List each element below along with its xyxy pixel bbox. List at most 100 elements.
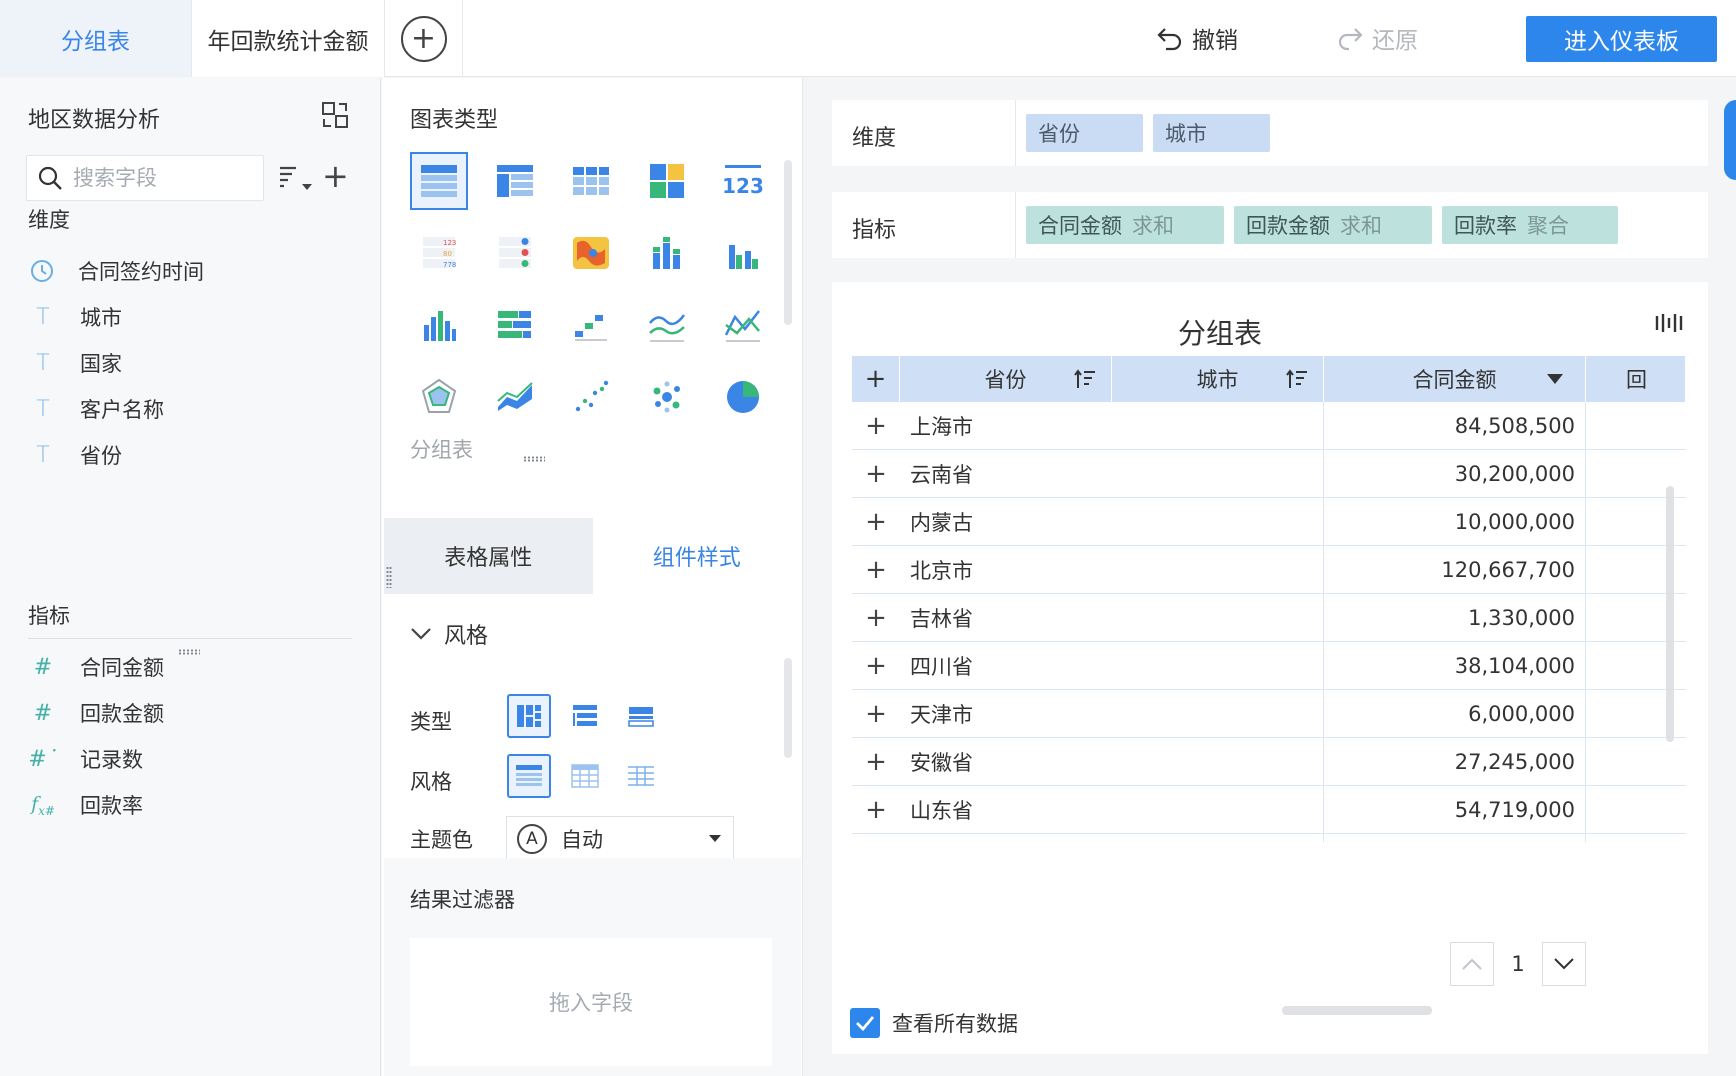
dimension-pill[interactable]: 城市 <box>1153 114 1270 152</box>
chart-type-area[interactable] <box>486 368 544 426</box>
view-all-data-toggle[interactable]: 查看所有数据 <box>850 1008 1018 1038</box>
chart-type-scatter[interactable] <box>562 368 620 426</box>
table-row[interactable]: + 四川省 38,104,000 <box>852 642 1686 690</box>
side-panel-toggle[interactable] <box>1724 100 1736 180</box>
expand-row-button[interactable]: + <box>852 834 900 842</box>
table-row[interactable]: + 天津市 6,000,000 <box>852 690 1686 738</box>
metric-pill[interactable]: 回款金额 求和 <box>1234 206 1432 244</box>
column-width-icon[interactable] <box>1654 312 1684 334</box>
table-vertical-scrollbar[interactable] <box>1666 486 1674 742</box>
province-cell: 北京市 <box>900 546 1324 593</box>
add-field-button[interactable]: + <box>322 160 349 192</box>
enter-dashboard-button[interactable]: 进入仪表板 <box>1526 16 1717 62</box>
metric-field[interactable]: fx# 回款率 <box>28 782 358 828</box>
chart-type-indicator-list[interactable] <box>486 224 544 282</box>
metric-field[interactable]: # 合同金额 <box>28 644 358 690</box>
table-row[interactable]: + 吉林省 1,330,000 <box>852 594 1686 642</box>
chart-type-waterfall[interactable] <box>562 296 620 354</box>
metric-pill[interactable]: 回款率 聚合 <box>1442 206 1618 244</box>
chart-type-detail-table[interactable] <box>486 152 544 210</box>
next-page-button[interactable] <box>1542 942 1586 986</box>
table-row[interactable]: + 北京市 120,667,700 <box>852 546 1686 594</box>
expand-row-button[interactable]: + <box>852 546 900 593</box>
list-layout-icon <box>628 707 654 727</box>
expand-row-button[interactable]: + <box>852 498 900 545</box>
chart-type-treemap[interactable] <box>638 152 696 210</box>
tab-table-properties[interactable]: 表格属性 <box>384 518 593 594</box>
metric-field[interactable]: #˙ 记录数 <box>28 736 358 782</box>
chart-type-cross-table[interactable] <box>562 152 620 210</box>
panel-resize-handle[interactable] <box>523 456 545 462</box>
chart-type-radar[interactable] <box>410 368 468 426</box>
chart-type-horizontal-bar[interactable] <box>486 296 544 354</box>
search-input[interactable] <box>73 166 243 190</box>
expand-row-button[interactable]: + <box>852 786 900 833</box>
prev-page-button[interactable] <box>1450 942 1494 986</box>
expand-row-button[interactable]: + <box>852 594 900 641</box>
tab-group-table[interactable]: 分组表 <box>0 0 192 77</box>
view-all-checkbox[interactable] <box>850 1008 880 1038</box>
dimension-field[interactable]: 合同签约时间 <box>28 248 358 294</box>
tab-component-style[interactable]: 组件样式 <box>592 518 801 594</box>
dimension-field[interactable]: T 国家 <box>28 340 358 386</box>
undo-button[interactable]: 撤销 <box>1156 20 1238 56</box>
chart-type-kpi[interactable]: 123 <box>714 152 772 210</box>
properties-scrollbar[interactable] <box>784 658 792 758</box>
chart-type-stacked-bar[interactable] <box>638 224 696 282</box>
expand-all-button[interactable]: + <box>852 356 900 402</box>
chart-type-pie[interactable] <box>714 368 772 426</box>
expand-row-button[interactable]: + <box>852 690 900 737</box>
indicator-list-icon <box>499 237 531 268</box>
expand-row-button[interactable]: + <box>852 402 900 449</box>
dimension-field[interactable]: T 省份 <box>28 432 358 478</box>
table-row[interactable]: + 山东省 54,719,000 <box>852 786 1686 834</box>
table-row[interactable]: + 安徽省 27,245,000 <box>852 738 1686 786</box>
sort-icon[interactable] <box>1073 368 1097 390</box>
chart-type-column[interactable] <box>410 296 468 354</box>
chart-type-heatmap[interactable] <box>562 224 620 282</box>
header-province[interactable]: 省份 <box>900 356 1112 402</box>
theme-color-select[interactable]: A 自动 <box>506 816 734 862</box>
dimension-field[interactable]: T 城市 <box>28 294 358 340</box>
side-resize-handle[interactable] <box>386 566 392 588</box>
expand-row-button[interactable]: + <box>852 738 900 785</box>
chart-type-combo[interactable] <box>714 296 772 354</box>
header-next-column[interactable]: 回 <box>1586 356 1686 402</box>
table-row[interactable]: + 云南省 30,200,000 <box>852 450 1686 498</box>
chart-type-group-table[interactable] <box>410 152 468 210</box>
type-option-tree[interactable] <box>563 694 607 738</box>
type-option-list[interactable] <box>619 694 663 738</box>
metric-field[interactable]: # 回款金额 <box>28 690 358 736</box>
sort-desc-icon[interactable] <box>1547 374 1563 384</box>
field-search <box>26 155 264 201</box>
metric-pill[interactable]: 合同金额 求和 <box>1026 206 1224 244</box>
add-tab-button[interactable]: + <box>400 15 447 62</box>
type-option-grid[interactable] <box>507 694 551 738</box>
expand-row-button[interactable]: + <box>852 642 900 689</box>
tab-annual-payment[interactable]: 年回款统计金额 <box>192 0 385 77</box>
dimension-field[interactable]: T 客户名称 <box>28 386 358 432</box>
sort-icon[interactable] <box>1285 368 1309 390</box>
result-filter-section: 结果过滤器 拖入字段 <box>384 858 801 1076</box>
switch-dataset-icon[interactable] <box>320 100 350 130</box>
chart-type-line[interactable] <box>638 296 696 354</box>
pill-aggregation: 求和 <box>1132 214 1174 238</box>
chart-type-grouped-bar[interactable] <box>714 224 772 282</box>
table-row[interactable]: +山西省18,000,000 <box>852 834 1686 842</box>
chart-type-bubble[interactable] <box>638 368 696 426</box>
redo-button[interactable]: 还原 <box>1336 20 1418 56</box>
filter-drop-zone[interactable]: 拖入字段 <box>410 938 772 1066</box>
style-option-bordered[interactable] <box>563 754 607 798</box>
expand-row-button[interactable]: + <box>852 450 900 497</box>
dimension-pill[interactable]: 省份 <box>1026 114 1143 152</box>
chart-type-multi-kpi[interactable]: 123 80 778 <box>410 224 468 282</box>
table-row[interactable]: + 内蒙古 10,000,000 <box>852 498 1686 546</box>
table-horizontal-scrollbar[interactable] <box>1282 1006 1432 1015</box>
table-row[interactable]: + 上海市 84,508,500 <box>852 402 1686 450</box>
style-option-lines[interactable] <box>619 754 663 798</box>
style-section-toggle[interactable]: 风格 <box>410 618 488 650</box>
header-city[interactable]: 城市 <box>1112 356 1324 402</box>
sort-filter-icon[interactable] <box>278 164 314 194</box>
style-option-striped[interactable] <box>507 754 551 798</box>
header-contract-amount[interactable]: 合同金额 <box>1324 356 1586 402</box>
